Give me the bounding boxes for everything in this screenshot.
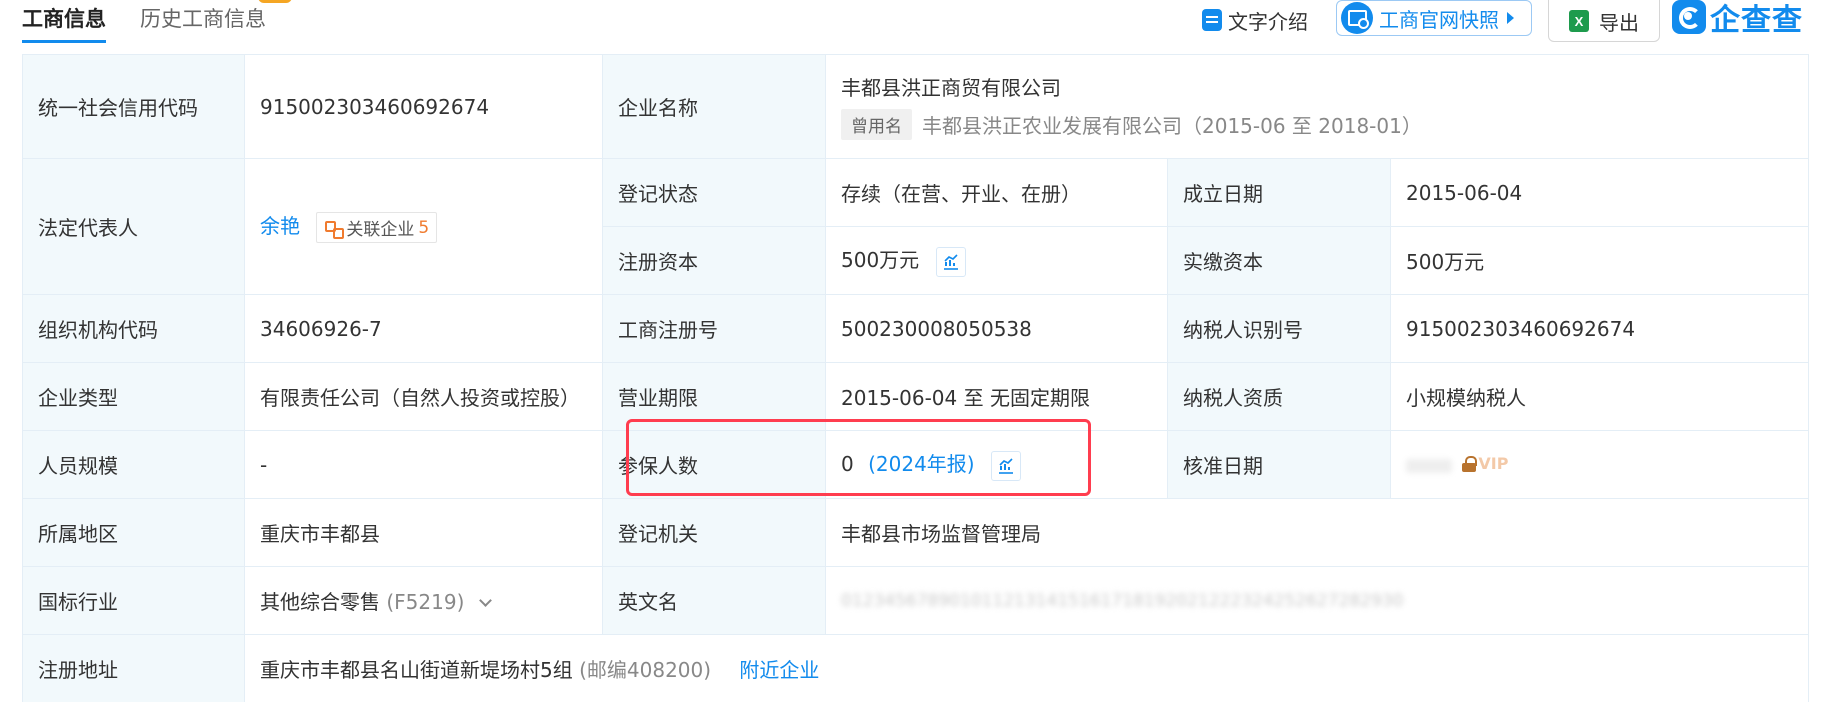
tab-history-business-info[interactable]: 历史工商信息 <box>140 4 266 34</box>
annual-report-link[interactable]: (2024年报) <box>868 452 975 476</box>
relation-icon <box>324 219 345 239</box>
legal-rep-cell: 余艳 关联企业 5 <box>244 158 603 295</box>
company-type-label: 企业类型 <box>22 362 245 431</box>
company-type-value: 有限责任公司（自然人投资或控股） <box>244 362 603 431</box>
related-companies-badge[interactable]: 关联企业 5 <box>316 212 438 243</box>
reg-status-value: 存续（在营、开业、在册） <box>825 158 1168 227</box>
active-tab-underline <box>22 40 106 43</box>
triangle-right-icon <box>1507 12 1514 24</box>
table-row: 企业类型 有限责任公司（自然人投资或控股） 营业期限 2015-06-04 至 … <box>22 362 1810 431</box>
top-bar: 工商信息 历史工商信息 文字介绍 工商官网快照 X 导出 企查查 <box>0 0 1824 44</box>
postcode: (邮编408200) <box>579 658 712 682</box>
table-row: 国标行业 其他综合零售 (F5219) 英文名 0123456789010112… <box>22 566 1810 635</box>
reg-capital-value: 500万元 <box>841 248 920 273</box>
insured-count-label: 参保人数 <box>602 430 826 499</box>
related-companies-label: 关联企业 <box>346 220 415 240</box>
biz-reg-no-label: 工商注册号 <box>602 294 826 363</box>
industry-cell[interactable]: 其他综合零售 (F5219) <box>244 566 603 635</box>
trend-chart-icon <box>943 254 958 270</box>
text-intro-button[interactable]: 文字介绍 <box>1202 5 1308 35</box>
taxpayer-qual-label: 纳税人资质 <box>1167 362 1391 431</box>
paid-capital-label: 实缴资本 <box>1167 226 1391 295</box>
reg-capital-label: 注册资本 <box>602 226 826 295</box>
found-date-label: 成立日期 <box>1167 158 1391 227</box>
industry-code: (F5219) <box>386 590 465 614</box>
chevron-down-icon[interactable] <box>478 594 492 607</box>
snapshot-label: 工商官网快照 <box>1379 7 1499 32</box>
approval-date-cell: VIP <box>1389 430 1810 499</box>
lock-icon <box>1462 455 1478 472</box>
insured-trend-button[interactable] <box>990 450 1021 481</box>
address-label: 注册地址 <box>22 634 245 702</box>
staff-size-value: - <box>244 430 603 499</box>
blurred-value <box>1406 459 1452 473</box>
reg-capital-cell: 500万元 <box>825 226 1168 295</box>
reg-status-label: 登记状态 <box>602 158 826 227</box>
table-row: 组织机构代码 34606926-7 工商注册号 500230008050538 … <box>22 294 1810 363</box>
brand-mark-icon <box>1672 0 1706 34</box>
brand-name: 企查查 <box>1710 3 1803 38</box>
snapshot-icon <box>1341 2 1373 34</box>
taxpayer-id-label: 纳税人识别号 <box>1167 294 1391 363</box>
taxpayer-qual-value: 小规模纳税人 <box>1389 362 1810 431</box>
brand-logo: 企查查 <box>1672 0 1803 38</box>
address-value: 重庆市丰都县名山街道新堤场村5组 <box>260 658 573 682</box>
taxpayer-id-value: 915002303460692674 <box>1389 294 1810 363</box>
industry-value: 其他综合零售 <box>260 590 380 614</box>
found-date-value: 2015-06-04 <box>1389 158 1810 227</box>
industry-label: 国标行业 <box>22 566 245 635</box>
table-row: 统一社会信用代码 915002303460692674 企业名称 丰都县洪正商贸… <box>22 54 1810 159</box>
credit-code-value: 915002303460692674 <box>244 54 603 159</box>
former-name: 曾用名 丰都县洪正农业发展有限公司（2015-06 至 2018-01） <box>841 109 1793 140</box>
insured-count-value: 0 <box>841 452 854 477</box>
table-row: 所属地区 重庆市丰都县 登记机关 丰都县市场监督管理局 <box>22 498 1810 567</box>
tab-accent-decoration <box>258 0 292 3</box>
company-name-label: 企业名称 <box>602 54 826 159</box>
text-intro-label: 文字介绍 <box>1228 9 1308 34</box>
english-name-cell: 0123456789010112131415161718192021222324… <box>824 566 1810 635</box>
legal-rep-link[interactable]: 余艳 <box>260 214 300 238</box>
vip-label: VIP <box>1478 454 1509 473</box>
tab-history-label: 历史工商信息 <box>140 7 266 31</box>
org-code-label: 组织机构代码 <box>22 294 245 363</box>
company-name-cell: 丰都县洪正商贸有限公司 曾用名 丰都县洪正农业发展有限公司（2015-06 至 … <box>824 54 1810 159</box>
reg-authority-label: 登记机关 <box>602 498 826 567</box>
company-name-value: 丰都县洪正商贸有限公司 <box>841 76 1061 100</box>
table-row: 法定代表人 余艳 关联企业 5 登记状态 存续（在营、开业、在册） 成立日期 2… <box>22 158 1810 295</box>
biz-term-label: 营业期限 <box>602 362 826 431</box>
vip-lock[interactable]: VIP <box>1462 454 1508 473</box>
english-name-value: 0123456789010112131415161718192021222324… <box>841 590 1404 611</box>
capital-trend-button[interactable] <box>935 246 966 277</box>
region-value: 重庆市丰都县 <box>244 498 603 567</box>
reg-authority-value: 丰都县市场监督管理局 <box>824 498 1810 567</box>
biz-reg-no-value: 500230008050538 <box>825 294 1168 363</box>
business-info-table: 统一社会信用代码 915002303460692674 企业名称 丰都县洪正商贸… <box>22 54 1810 702</box>
table-row: 注册地址 重庆市丰都县名山街道新堤场村5组 (邮编408200) 附近企业 <box>22 634 1810 702</box>
credit-code-label: 统一社会信用代码 <box>22 54 245 159</box>
region-label: 所属地区 <box>22 498 245 567</box>
former-name-value: 丰都县洪正农业发展有限公司（2015-06 至 2018-01） <box>922 114 1422 138</box>
former-name-tag: 曾用名 <box>841 109 912 140</box>
approval-date-label: 核准日期 <box>1167 430 1391 499</box>
staff-size-label: 人员规模 <box>22 430 245 499</box>
official-snapshot-button[interactable]: 工商官网快照 <box>1336 0 1532 36</box>
org-code-value: 34606926-7 <box>244 294 603 363</box>
related-companies-count: 5 <box>418 217 430 238</box>
tab-business-info-label: 工商信息 <box>22 7 106 31</box>
excel-icon: X <box>1569 10 1589 32</box>
nearby-companies-link[interactable]: 附近企业 <box>739 658 819 682</box>
tab-business-info[interactable]: 工商信息 <box>22 4 106 43</box>
insured-count-cell: 0 (2024年报) <box>825 430 1168 499</box>
biz-term-value: 2015-06-04 至 无固定期限 <box>825 362 1168 431</box>
english-name-label: 英文名 <box>602 566 826 635</box>
document-icon <box>1202 9 1222 31</box>
address-cell: 重庆市丰都县名山街道新堤场村5组 (邮编408200) 附近企业 <box>243 634 1810 702</box>
export-button[interactable]: X 导出 <box>1548 0 1660 42</box>
trend-chart-icon <box>998 458 1013 474</box>
table-row: 人员规模 - 参保人数 0 (2024年报) 核准日期 VIP <box>22 430 1810 499</box>
legal-rep-label: 法定代表人 <box>22 158 245 295</box>
paid-capital-value: 500万元 <box>1389 226 1810 295</box>
export-label: 导出 <box>1599 10 1639 35</box>
